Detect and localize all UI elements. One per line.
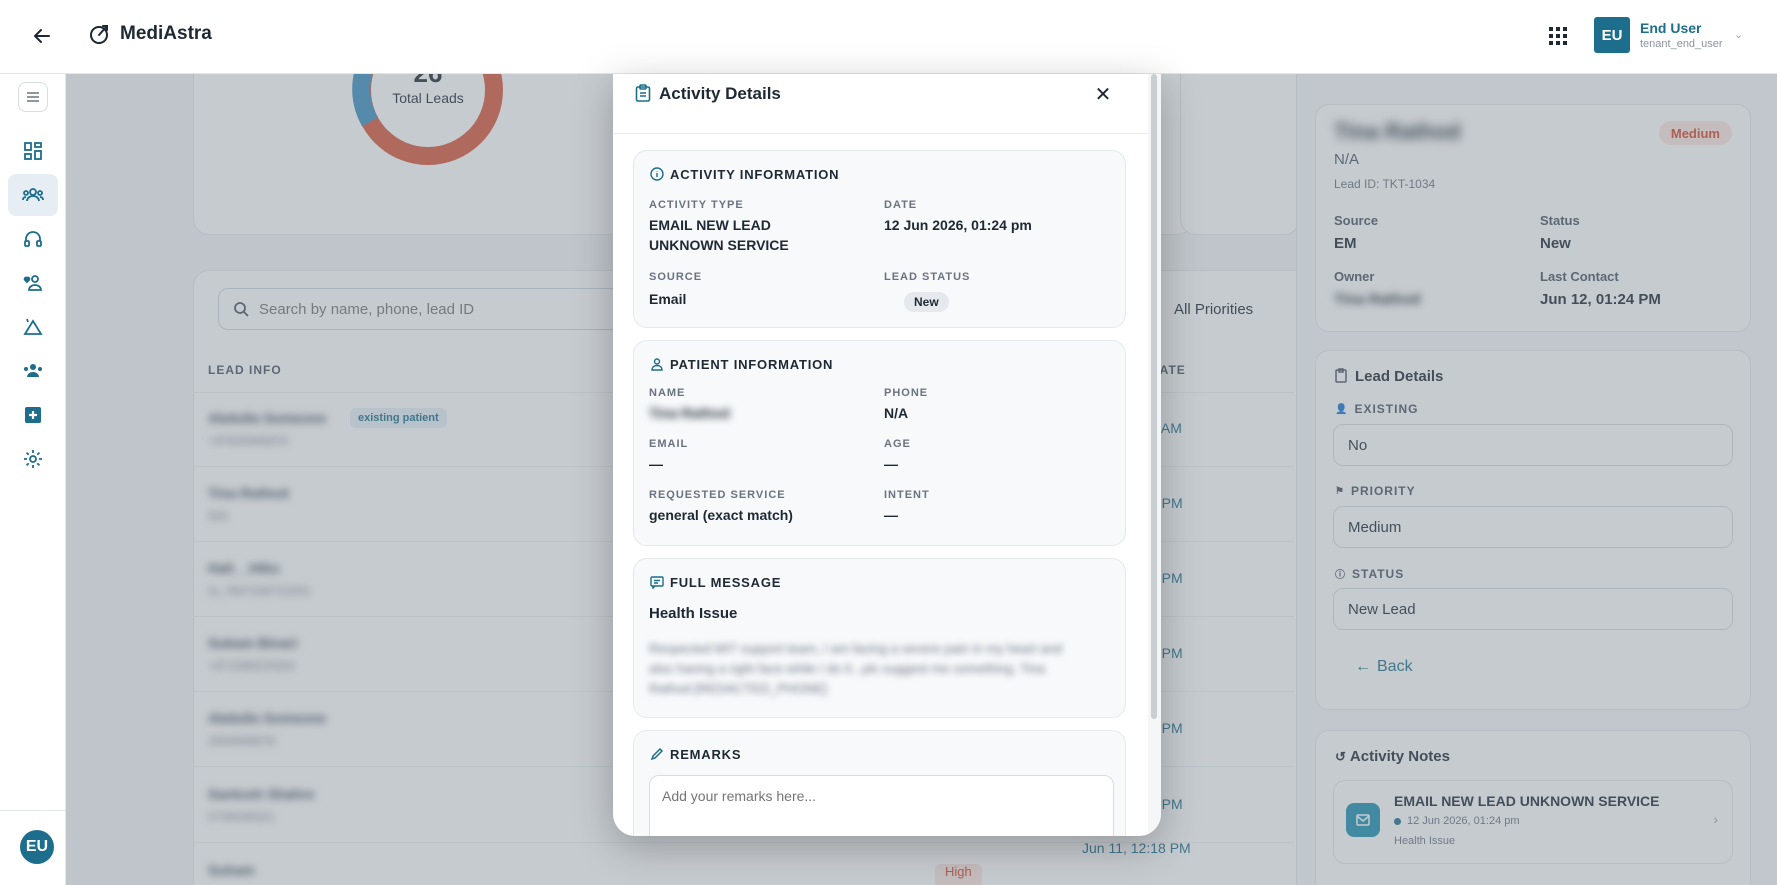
source-label: SOURCE [649,271,703,283]
full-message-title: FULL MESSAGE [670,575,782,590]
pencil-icon [650,747,664,761]
phone-value: N/A [884,405,909,421]
brand-icon [90,25,108,44]
user-menu[interactable]: EU End User tenant_end_user [1594,17,1723,53]
sidebar-item-dashboard[interactable] [8,130,58,172]
message-icon [650,576,664,589]
activity-type-value: EMAIL NEW LEAD UNKNOWN SERVICE [649,217,789,253]
lead-status-label: LEAD STATUS [884,271,971,283]
top-bar: MediAstra EU End User tenant_end_user ⌄ [0,0,1777,74]
name-value: Tina Rathod [649,405,730,421]
brand-name: MediAstra [120,23,212,44]
activity-information-title: ACTIVITY INFORMATION [670,167,840,182]
sidebar-item-support[interactable] [8,218,58,260]
dashboard-icon [24,142,42,160]
age-value: — [884,456,898,472]
modal-title: Activity Details [659,84,781,103]
sidebar-item-medical[interactable] [8,394,58,436]
user-heart-icon [23,275,42,291]
patient-information-section: PATIENT INFORMATION NAME Tina Rathod PHO… [633,340,1126,546]
user-icon [651,358,663,371]
requested-service-value: general (exact match) [649,507,793,523]
message-subject: Health Issue [649,605,738,622]
activity-information-section: ACTIVITY INFORMATION ACTIVITY TYPE EMAIL… [633,150,1126,328]
activity-details-modal: Activity Details ✕ ACTIVITY INFORMATION … [613,74,1161,836]
sidebar-item-leads[interactable] [8,174,58,216]
phone-label: PHONE [884,387,929,399]
sidebar-item-patients[interactable] [8,262,58,304]
user-role: tenant_end_user [1640,38,1723,50]
sidebar-item-team[interactable] [8,350,58,392]
modal-header: Activity Details ✕ [613,74,1148,134]
group-icon [24,364,42,377]
date-value: 12 Jun 2026, 01:24 pm [884,217,1032,233]
intent-value: — [884,507,898,523]
plus-square-icon [25,407,41,423]
intent-label: INTENT [884,489,930,501]
remarks-input[interactable] [662,788,1101,836]
source-value: Email [649,291,687,307]
sidebar: EU [0,74,66,885]
full-message-section: FULL MESSAGE Health Issue Respected MIT … [633,558,1126,718]
chevron-down-icon[interactable]: ⌄ [1734,28,1743,41]
lead-status-badge: New [904,292,949,312]
sidebar-item-settings[interactable] [8,438,58,480]
apps-grid-icon[interactable] [1546,24,1570,48]
user-name: End User [1640,20,1702,36]
scrollbar-thumb[interactable] [1151,74,1157,719]
info-icon [650,167,664,181]
modal-scrollbar[interactable] [1148,74,1161,836]
sidebar-divider [0,810,66,811]
date-label: DATE [884,199,918,211]
back-arrow-icon[interactable] [30,24,54,48]
name-label: NAME [649,387,686,399]
headset-icon [24,231,42,247]
close-icon[interactable]: ✕ [1091,82,1115,106]
message-body: Respected MIT support team, I am facing … [649,641,1063,696]
clipboard-icon [635,84,651,102]
remarks-section: REMARKS [633,730,1126,836]
age-label: AGE [884,438,911,450]
remarks-title: REMARKS [670,747,742,762]
users-icon [22,188,44,202]
sidebar-item-campaigns[interactable] [8,306,58,348]
activity-type-label: ACTIVITY TYPE [649,199,744,211]
brand-logo[interactable]: MediAstra [88,22,212,46]
triangle-icon [23,318,43,335]
menu-toggle-button[interactable] [18,82,48,112]
gear-icon [24,450,42,468]
user-avatar: EU [1594,17,1630,53]
requested-service-label: REQUESTED SERVICE [649,489,786,501]
remarks-box [649,775,1114,836]
sidebar-avatar[interactable]: EU [20,830,54,864]
patient-information-title: PATIENT INFORMATION [670,357,834,372]
email-value: — [649,456,663,472]
email-label: EMAIL [649,438,689,450]
